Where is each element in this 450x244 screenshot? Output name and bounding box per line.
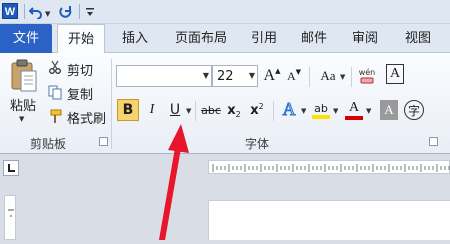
tab-review[interactable]: 审阅 xyxy=(345,24,385,53)
group-divider xyxy=(111,59,112,149)
font-name-combo[interactable]: ▼ xyxy=(116,65,212,87)
format-painter-label[interactable]: 格式刷 xyxy=(67,108,106,127)
divider xyxy=(273,101,274,121)
subscript-button[interactable]: x2 xyxy=(225,99,243,121)
quick-access-toolbar: W ▼ xyxy=(0,0,450,24)
document-page[interactable] xyxy=(208,200,450,240)
underline-glyph: U xyxy=(169,102,181,118)
shrink-font-glyph: A xyxy=(286,68,296,83)
tab-page-layout[interactable]: 页面布局 xyxy=(166,24,236,53)
undo-icon[interactable] xyxy=(28,3,44,21)
horizontal-ruler[interactable] xyxy=(208,160,450,174)
text-effect-glyph: A xyxy=(282,98,296,119)
enclose-char-button[interactable]: 字 xyxy=(403,99,425,121)
highlight-glyph: ab xyxy=(314,101,328,115)
clipboard-launcher-icon[interactable] xyxy=(99,137,108,146)
word-app-icon[interactable]: W xyxy=(2,3,18,19)
ruler-ticks xyxy=(212,164,450,172)
tab-insert[interactable]: 插入 xyxy=(112,24,158,53)
divider xyxy=(351,67,352,87)
paste-label[interactable]: 粘贴 xyxy=(10,95,36,114)
copy-label[interactable]: 复制 xyxy=(67,84,93,103)
divider xyxy=(24,4,25,19)
highlight-color-bar xyxy=(312,114,330,119)
paste-icon[interactable] xyxy=(6,57,42,97)
change-case-button[interactable]: Aa xyxy=(315,65,341,87)
tab-file[interactable]: 文件 xyxy=(0,24,52,53)
subscript-glyph: x xyxy=(227,102,236,118)
chevron-down-icon[interactable]: ▼ xyxy=(203,71,209,80)
italic-button[interactable]: I xyxy=(143,99,161,121)
font-color-dropdown-icon[interactable]: ▼ xyxy=(366,107,371,115)
underline-dropdown-icon[interactable]: ▼ xyxy=(186,107,191,115)
char-shading-glyph: A xyxy=(380,100,398,120)
paste-dropdown-icon[interactable]: ▼ xyxy=(19,115,24,123)
chevron-down-icon[interactable]: ▼ xyxy=(249,71,255,80)
format-painter-icon[interactable] xyxy=(47,108,63,124)
ribbon-home: 粘贴 ▼ 剪切 复制 格式刷 剪贴板 ▼ 22 ▼ A ▲ A ▼ Aa ▼ wén… xyxy=(0,53,450,154)
strikethrough-button[interactable]: abc xyxy=(199,99,223,121)
clear-format-glyph: wén xyxy=(358,67,376,77)
ribbon-tabs: 文件 开始 插入 页面布局 引用 邮件 审阅 视图 xyxy=(0,24,450,54)
eraser-icon xyxy=(360,77,374,83)
tab-mailings[interactable]: 邮件 xyxy=(294,24,334,53)
change-case-glyph: Aa xyxy=(320,68,336,83)
font-group-label: 字体 xyxy=(245,137,270,151)
customize-icon[interactable] xyxy=(82,3,98,21)
redo-icon[interactable] xyxy=(58,3,74,21)
cut-label[interactable]: 剪切 xyxy=(67,60,93,79)
font-color-glyph: A xyxy=(348,100,360,115)
tab-view[interactable]: 视图 xyxy=(398,24,438,53)
change-case-dropdown-icon[interactable]: ▼ xyxy=(340,73,345,81)
font-color-button[interactable]: A xyxy=(344,97,364,123)
clear-format-button[interactable]: wén xyxy=(355,63,379,89)
divider xyxy=(79,4,80,19)
superscript-suffix: 2 xyxy=(258,101,264,111)
bold-glyph: B xyxy=(122,102,134,118)
underline-button[interactable]: U xyxy=(166,99,184,121)
divider xyxy=(195,101,196,121)
grow-font-button[interactable]: A ▲ xyxy=(263,65,281,87)
superscript-button[interactable]: x2 xyxy=(248,99,266,121)
subscript-suffix: 2 xyxy=(235,109,241,119)
font-launcher-icon[interactable] xyxy=(429,137,438,146)
highlight-dropdown-icon[interactable]: ▼ xyxy=(333,107,338,115)
tab-stop-selector[interactable] xyxy=(3,160,19,176)
tab-references[interactable]: 引用 xyxy=(244,24,284,53)
font-color-bar xyxy=(345,116,363,120)
bold-button[interactable]: B xyxy=(117,99,139,121)
grow-font-glyph: A xyxy=(263,67,276,84)
char-border-button[interactable]: A xyxy=(384,63,406,85)
vertical-ruler[interactable] xyxy=(4,195,16,240)
clipboard-group-label: 剪贴板 xyxy=(30,137,67,151)
enclose-char-glyph: 字 xyxy=(404,100,424,120)
tab-home[interactable]: 开始 xyxy=(57,24,105,54)
shrink-font-button[interactable]: A ▼ xyxy=(286,65,302,87)
divider xyxy=(309,67,310,87)
highlight-button[interactable]: ab xyxy=(310,97,332,123)
char-border-glyph: A xyxy=(386,64,404,84)
font-size-combo[interactable]: 22 ▼ xyxy=(212,65,258,87)
italic-glyph: I xyxy=(149,102,155,117)
strike-glyph: abc xyxy=(201,103,221,117)
char-shading-button[interactable]: A xyxy=(379,99,399,121)
superscript-glyph: x xyxy=(250,102,259,118)
text-effect-button[interactable]: A xyxy=(279,97,299,121)
copy-icon[interactable] xyxy=(47,84,63,100)
undo-dropdown-icon[interactable]: ▼ xyxy=(45,10,50,18)
text-effect-dropdown-icon[interactable]: ▼ xyxy=(301,107,306,115)
font-size-value: 22 xyxy=(217,69,234,84)
scissors-icon[interactable] xyxy=(47,59,63,75)
